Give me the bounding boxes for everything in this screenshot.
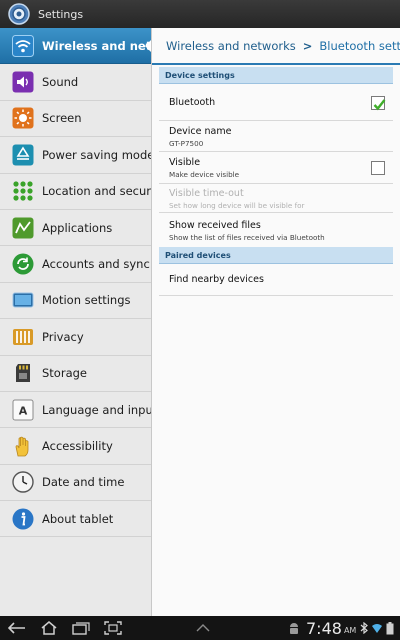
find-nearby-devices-button[interactable]: Find nearby devices — [159, 264, 393, 296]
section-header-paired-devices: Paired devices — [159, 247, 393, 264]
status-area[interactable]: 7:48 AM — [288, 619, 394, 638]
menu-item-label: Language and input — [42, 402, 151, 417]
screenshot-button[interactable] — [102, 619, 124, 637]
menu-item-label: Wireless and netw — [42, 38, 151, 53]
recycle-icon — [12, 144, 34, 166]
active-indicator — [145, 39, 151, 53]
home-icon — [41, 621, 57, 635]
menu-item-sound[interactable]: Sound — [0, 64, 151, 101]
clock-ampm: AM — [343, 625, 357, 635]
setting-visible-time-out: Visible time-out Set how long device wil… — [159, 184, 393, 213]
menu-item-label: Privacy — [42, 329, 84, 344]
breadcrumb: Wireless and networks > Bluetooth settin… — [152, 28, 400, 65]
menu-item-privacy[interactable]: Privacy — [0, 319, 151, 356]
speaker-icon — [12, 71, 34, 93]
screen-capture-icon — [104, 621, 122, 635]
setting-bluetooth[interactable]: Bluetooth — [159, 84, 393, 121]
app-title: Settings — [38, 7, 84, 21]
hand-icon — [15, 436, 29, 457]
setting-summary: Make device visible — [169, 170, 240, 179]
bluetooth-settings-panel: Wireless and networks > Bluetooth settin… — [152, 28, 400, 616]
setting-title: Visible — [169, 157, 201, 168]
wifi-icon — [12, 34, 34, 57]
menu-item-label: Location and securit — [42, 184, 151, 199]
bluetooth-checkbox[interactable] — [371, 96, 386, 111]
setting-title: Device name — [169, 126, 232, 137]
menu-item-accessibility[interactable]: Accessibility — [0, 428, 151, 465]
visible-checkbox[interactable] — [371, 161, 385, 175]
keyboard-letter-icon: A — [12, 399, 34, 421]
menu-item-accounts-and-sync[interactable]: Accounts and sync — [0, 246, 151, 283]
home-button[interactable] — [38, 619, 60, 637]
notification-panel-handle[interactable] — [192, 619, 214, 637]
brightness-icon — [12, 107, 34, 129]
sd-card-icon — [16, 364, 30, 383]
wifi-signal-icon — [372, 624, 383, 633]
breadcrumb-current: Bluetooth settings — [319, 38, 400, 53]
breadcrumb-separator: > — [302, 38, 313, 53]
menu-item-label: Motion settings — [42, 293, 131, 308]
menu-item-label: Date and time — [42, 475, 125, 490]
checkmark-icon — [373, 99, 386, 111]
menu-item-wireless-and-networks[interactable]: Wireless and netw — [0, 28, 151, 65]
menu-item-label: Applications — [42, 220, 113, 235]
clock-icon — [12, 471, 34, 494]
privacy-icon — [13, 328, 33, 345]
menu-item-about-tablet[interactable]: About tablet — [0, 501, 151, 538]
setting-device-name[interactable]: Device name GT-P7500 — [159, 121, 393, 152]
menu-item-storage[interactable]: Storage — [0, 356, 151, 392]
menu-item-label: Screen — [42, 111, 82, 126]
info-icon — [12, 508, 34, 530]
menu-item-motion-settings[interactable]: Motion settings — [0, 283, 151, 320]
setting-title: Show received files — [169, 220, 261, 231]
section-header-device-settings: Device settings — [159, 67, 393, 84]
menu-item-label: Sound — [42, 75, 79, 90]
setting-visible[interactable]: Visible Make device visible — [159, 152, 393, 184]
menu-item-label: Accounts and sync — [42, 257, 150, 272]
settings-menu: Wireless and netw Sound Screen Power sav… — [0, 28, 152, 616]
svg-text:A: A — [19, 404, 28, 417]
clock-time: 7:48 — [306, 618, 342, 638]
menu-item-screen[interactable]: Screen — [0, 101, 151, 138]
menu-item-label: Accessibility — [42, 438, 113, 453]
menu-item-label: Power saving mode — [42, 147, 151, 162]
location-grid-icon — [13, 181, 33, 201]
back-arrow-icon — [8, 622, 25, 634]
setting-show-received-files[interactable]: Show received files Show the list of fil… — [159, 213, 393, 247]
chevron-up-icon — [196, 624, 210, 632]
setting-summary: Set how long device will be visible for — [169, 201, 305, 210]
battery-icon — [386, 621, 394, 634]
bluetooth-icon — [360, 622, 369, 634]
settings-gear-icon — [8, 3, 30, 25]
menu-item-language-and-input[interactable]: A Language and input — [0, 392, 151, 429]
setting-title: Visible time-out — [169, 188, 244, 199]
system-bar: 7:48 AM — [0, 616, 400, 640]
menu-item-label: About tablet — [42, 511, 114, 526]
breadcrumb-parent[interactable]: Wireless and networks — [166, 39, 296, 53]
recent-apps-button[interactable] — [70, 619, 92, 637]
recent-apps-icon — [72, 622, 90, 635]
setting-summary: Show the list of files received via Blue… — [169, 233, 325, 242]
back-button[interactable] — [6, 619, 28, 637]
tablet-motion-icon — [12, 292, 34, 308]
setting-title: Bluetooth — [169, 96, 216, 108]
menu-item-power-saving-mode[interactable]: Power saving mode — [0, 137, 151, 174]
device-name-value: GT-P7500 — [169, 139, 204, 148]
title-bar: Settings — [0, 0, 400, 28]
setting-title: Find nearby devices — [169, 274, 264, 285]
menu-item-label: Storage — [42, 366, 87, 381]
menu-item-location-and-security[interactable]: Location and securit — [0, 174, 151, 210]
sync-icon — [12, 253, 34, 275]
applications-icon — [12, 217, 34, 239]
menu-item-date-and-time[interactable]: Date and time — [0, 465, 151, 502]
menu-item-applications[interactable]: Applications — [0, 210, 151, 247]
android-icon — [290, 623, 298, 634]
